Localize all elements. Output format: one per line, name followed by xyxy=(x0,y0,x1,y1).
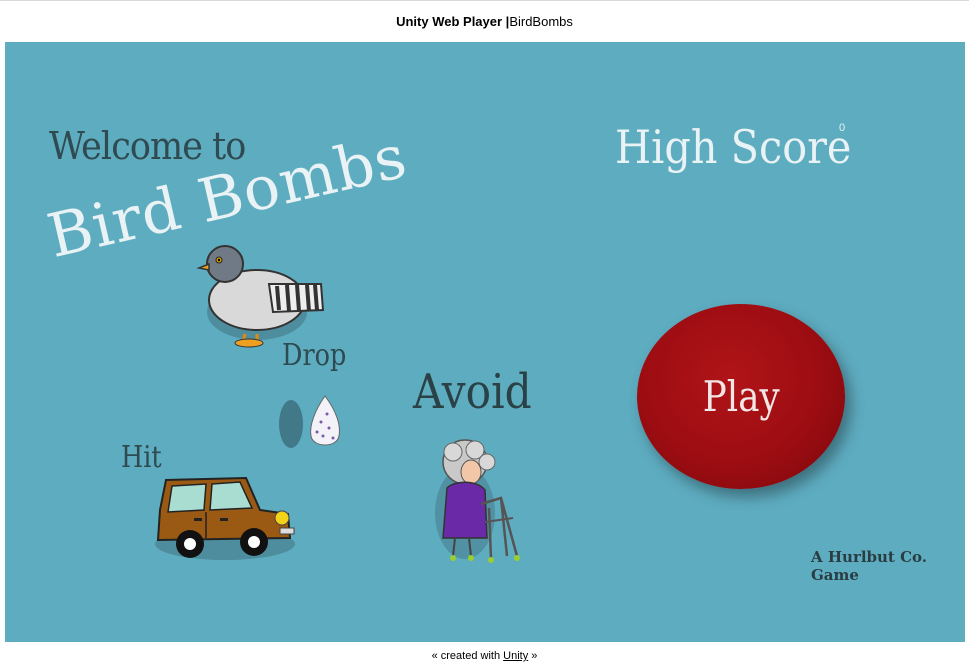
play-button[interactable]: Play xyxy=(637,304,845,489)
studio-credit: A Hurlbut Co. Game xyxy=(811,548,927,584)
high-score-label: High Score xyxy=(615,120,852,174)
window-title-bold: Unity Web Player | xyxy=(396,13,510,29)
window-title-bar: Unity Web Player | BirdBombs xyxy=(0,0,969,41)
play-button-label: Play xyxy=(702,372,780,421)
drop-label: Drop xyxy=(282,338,347,373)
unity-link[interactable]: Unity xyxy=(503,650,528,662)
window-title-name: BirdBombs xyxy=(509,13,573,29)
game-canvas[interactable]: Welcome to Bird Bombs High Score 0 Drop … xyxy=(5,42,965,642)
footer-prefix: « created with xyxy=(431,650,504,662)
pigeon-icon xyxy=(196,245,325,348)
hit-label: Hit xyxy=(121,440,162,475)
high-score-value: 0 xyxy=(839,122,846,134)
car-icon xyxy=(155,476,295,560)
footer-suffix: » xyxy=(528,650,538,662)
avoid-label: Avoid xyxy=(413,364,532,420)
old-woman-walker-icon xyxy=(435,439,520,563)
welcome-text: Welcome to xyxy=(49,124,246,168)
page-footer: « created with Unity » xyxy=(0,650,969,662)
bird-dropping-icon xyxy=(279,395,340,448)
